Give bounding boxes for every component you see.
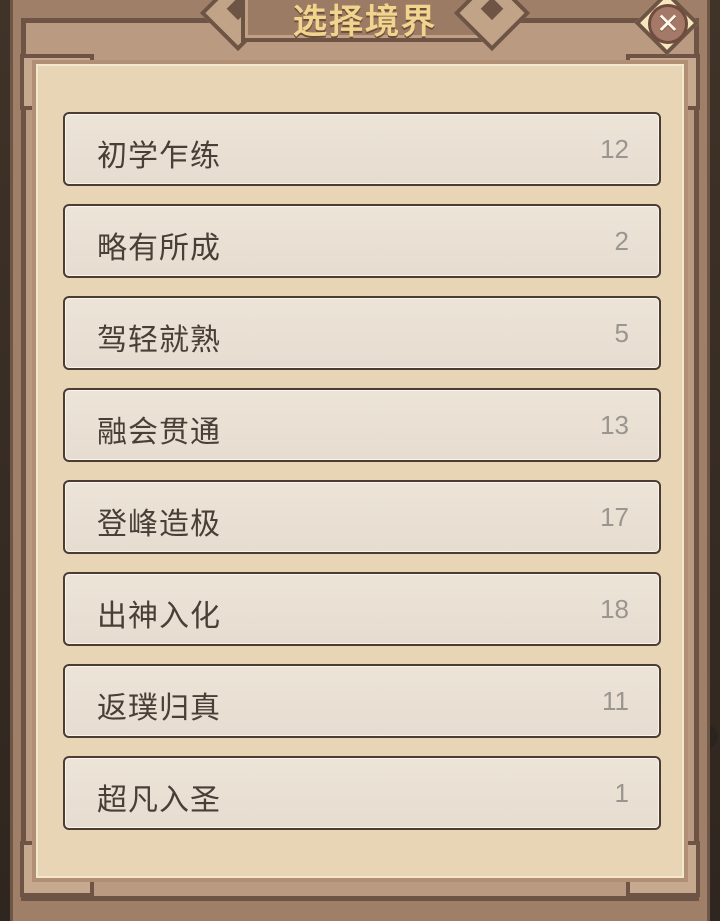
realm-item[interactable]: 驾轻就熟 5 xyxy=(63,296,661,370)
realm-name: 驾轻就熟 xyxy=(97,323,221,358)
realm-item[interactable]: 融会贯通 13 xyxy=(63,388,661,462)
realm-name: 登峰造极 xyxy=(97,507,221,542)
realm-count: 1 xyxy=(614,778,629,808)
realm-name: 出神入化 xyxy=(97,599,221,634)
realm-item[interactable]: 初学乍练 12 xyxy=(63,112,661,186)
realm-name: 超凡入圣 xyxy=(97,783,221,818)
realm-count: 11 xyxy=(602,686,629,716)
realm-count: 18 xyxy=(600,594,629,624)
realm-name: 返璞归真 xyxy=(97,691,221,726)
realm-item[interactable]: 返璞归真 11 xyxy=(63,664,661,738)
realm-item[interactable]: 略有所成 2 xyxy=(63,204,661,278)
close-button[interactable]: ✕ xyxy=(634,0,700,56)
close-icon: ✕ xyxy=(648,4,688,44)
realm-list: 初学乍练 12 略有所成 2 驾轻就熟 5 融会贯通 13 登峰造极 17 出神… xyxy=(63,112,661,848)
realm-count: 5 xyxy=(614,318,629,348)
realm-name: 初学乍练 xyxy=(97,139,221,174)
realm-count: 2 xyxy=(614,226,629,256)
realm-item[interactable]: 出神入化 18 xyxy=(63,572,661,646)
dialog-title: 选择境界 xyxy=(293,2,437,42)
realm-name: 融会贯通 xyxy=(97,415,221,450)
realm-name: 略有所成 xyxy=(97,231,221,266)
realm-count: 17 xyxy=(600,502,629,532)
realm-item[interactable]: 超凡入圣 1 xyxy=(63,756,661,830)
title-plaque: 选择境界 xyxy=(199,0,531,52)
realm-count: 13 xyxy=(600,410,629,440)
game-background: 选择境界 ✕ 初学乍练 12 略有所成 2 驾轻就熟 5 融会贯通 13 登峰造… xyxy=(0,0,720,921)
realm-count: 12 xyxy=(600,134,629,164)
realm-item[interactable]: 登峰造极 17 xyxy=(63,480,661,554)
